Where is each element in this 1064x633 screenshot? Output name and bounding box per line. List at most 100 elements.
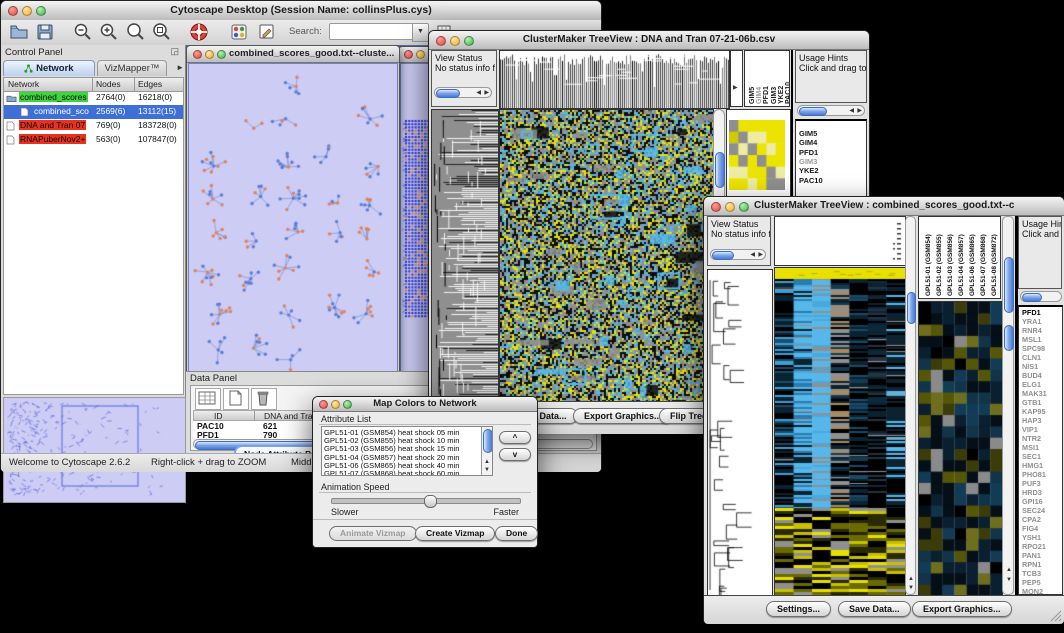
zoom-vscrollbar[interactable]: ▲ ▼ xyxy=(1002,216,1014,595)
scroll-down-icon[interactable]: ▼ xyxy=(908,585,914,591)
heatmap[interactable] xyxy=(499,109,714,403)
gene-list-item[interactable]: MSL1 xyxy=(1022,335,1041,344)
open-folder-icon[interactable] xyxy=(9,22,29,42)
gene-list-item[interactable]: RPO21 xyxy=(1022,542,1046,551)
annotation-icon[interactable] xyxy=(257,22,277,42)
gene-list-item[interactable]: RPN1 xyxy=(1022,560,1041,569)
table-row[interactable]: combined_sco2569(6)13112(15) xyxy=(4,105,183,119)
attribute-list-scrollbar[interactable]: ▲ ▼ xyxy=(481,427,492,475)
minimize-icon[interactable] xyxy=(22,6,32,16)
minimize-icon[interactable] xyxy=(331,400,340,409)
export-graphics-button[interactable]: Export Graphics... xyxy=(573,408,673,424)
heatmap-vscrollbar[interactable]: ▲ ▼ xyxy=(905,216,916,595)
scroll-up-icon[interactable]: ▲ xyxy=(484,459,490,465)
gene-list-item[interactable]: PFD1 xyxy=(1022,308,1041,317)
close-icon[interactable] xyxy=(711,202,721,212)
save-data-button[interactable]: Save Data... xyxy=(838,601,911,617)
animation-speed-slider[interactable] xyxy=(331,498,521,504)
heatmap[interactable] xyxy=(774,267,906,597)
minimize-icon[interactable] xyxy=(725,202,735,212)
tab-network[interactable]: Network xyxy=(3,60,95,76)
gene-list-item[interactable]: PFD1 xyxy=(799,148,818,157)
slider-thumb[interactable] xyxy=(424,495,437,508)
column-dendrogram[interactable] xyxy=(774,216,906,266)
zoom-window-icon[interactable] xyxy=(217,50,226,59)
gene-list-item[interactable]: GIM5 xyxy=(799,129,817,138)
float-panel-icon[interactable]: ◲ xyxy=(170,46,179,57)
network-overview[interactable] xyxy=(3,397,186,503)
help-ring-icon[interactable] xyxy=(189,22,209,42)
zoom-in-icon[interactable] xyxy=(99,22,119,42)
network-name[interactable]: DNA and Tran 07 xyxy=(19,120,86,130)
usage-hints-scrollbar[interactable] xyxy=(1020,291,1062,302)
zoom-window-icon[interactable] xyxy=(36,6,46,16)
gene-list-item[interactable]: KAP95 xyxy=(1022,407,1046,416)
zoom-window-icon[interactable] xyxy=(343,400,352,409)
main-titlebar[interactable]: Cytoscape Desktop (Session Name: collins… xyxy=(1,1,601,21)
scroll-right-icon[interactable]: ▶ xyxy=(857,108,862,114)
export-graphics-button[interactable]: Export Graphics... xyxy=(912,601,1012,617)
minimize-icon[interactable] xyxy=(205,50,214,59)
row-dendrogram[interactable] xyxy=(431,109,499,403)
gene-list-item[interactable]: YKE2 xyxy=(799,166,819,175)
table-row[interactable]: combined_scores2764(0)16218(0) xyxy=(4,91,183,105)
select-attributes-icon[interactable] xyxy=(195,388,221,410)
scroll-down-icon[interactable]: ▼ xyxy=(484,467,490,473)
network-canvas-1[interactable] xyxy=(188,63,398,377)
gene-list-item[interactable]: GPI16 xyxy=(1022,497,1043,506)
save-icon[interactable] xyxy=(35,22,55,42)
gene-list-item[interactable]: HAP3 xyxy=(1022,416,1041,425)
search-dropdown-icon[interactable]: ▼ xyxy=(412,23,429,42)
vizmapper-icon[interactable] xyxy=(229,22,249,42)
gene-list-item[interactable]: RNR4 xyxy=(1022,326,1042,335)
tab-overflow-icon[interactable]: ► xyxy=(176,63,184,72)
done-button[interactable]: Done xyxy=(495,526,538,541)
network-name[interactable]: RNAPuberNov2+ xyxy=(19,134,86,144)
zoom-out-icon[interactable] xyxy=(73,22,93,42)
scroll-down-icon[interactable]: ▼ xyxy=(1006,577,1012,583)
scroll-left-icon[interactable]: ◀ xyxy=(476,90,481,96)
gene-list-item[interactable]: MON2 xyxy=(1022,587,1043,595)
gene-list-item[interactable]: BUD4 xyxy=(1022,371,1042,380)
gene-list-item[interactable]: GTB1 xyxy=(1022,398,1041,407)
column-header[interactable]: Network xyxy=(8,79,39,89)
gene-list-item[interactable]: FIG4 xyxy=(1022,524,1038,533)
minimize-icon[interactable] xyxy=(450,36,460,46)
gene-list-item[interactable]: SEC1 xyxy=(1022,452,1041,461)
gene-list-item[interactable]: PHO81 xyxy=(1022,470,1046,479)
usage-hints-scrollbar[interactable]: ◀ ▶ xyxy=(797,105,865,116)
gene-list-item[interactable]: SPC98 xyxy=(1022,344,1045,353)
attribute-list-item[interactable]: GPL51-07 (GSM868) heat shock 60 min xyxy=(324,469,460,476)
column-header[interactable]: Nodes xyxy=(96,79,121,89)
move-up-button[interactable]: ^ xyxy=(499,431,531,444)
column-dendrogram[interactable] xyxy=(499,50,730,109)
gene-list-item[interactable]: YRA1 xyxy=(1022,317,1041,326)
column-header[interactable]: ID xyxy=(214,411,223,421)
gene-list-item[interactable]: HMG1 xyxy=(1022,461,1043,470)
zoom-window-icon[interactable] xyxy=(739,202,749,212)
gene-list-item[interactable]: HRD3 xyxy=(1022,488,1042,497)
zoom-window-icon[interactable] xyxy=(464,36,474,46)
expand-right-icon[interactable]: ▶ xyxy=(733,85,738,91)
zoom-heatmap-matrix[interactable] xyxy=(729,120,785,190)
gene-list-item[interactable]: PAN1 xyxy=(1022,551,1041,560)
gene-list-item[interactable]: YSH1 xyxy=(1022,533,1041,542)
gene-list-item[interactable]: GIM4 xyxy=(799,138,817,147)
delete-attribute-icon[interactable] xyxy=(251,388,277,410)
close-icon[interactable] xyxy=(8,6,18,16)
gene-list-item[interactable]: TCB3 xyxy=(1022,569,1041,578)
scroll-up-icon[interactable]: ▲ xyxy=(908,576,914,582)
network-name[interactable]: combined_sco xyxy=(33,106,90,116)
create-vizmap-button[interactable]: Create Vizmap xyxy=(415,526,495,541)
scroll-left-icon[interactable]: ◀ xyxy=(750,252,755,258)
zoom-fit-icon[interactable] xyxy=(151,22,171,42)
scroll-right-icon[interactable]: ▶ xyxy=(758,252,763,258)
zoom-selected-icon[interactable] xyxy=(125,22,145,42)
close-icon[interactable] xyxy=(404,50,413,59)
tab-vizmapper[interactable]: VizMapper™ xyxy=(97,60,167,76)
search-input[interactable] xyxy=(329,23,413,40)
view-status-scrollbar[interactable]: ◀ ▶ xyxy=(710,249,766,260)
gene-list-item[interactable]: PEP5 xyxy=(1022,578,1041,587)
row-dendrogram[interactable] xyxy=(707,269,773,597)
settings-button[interactable]: Settings... xyxy=(766,601,831,617)
